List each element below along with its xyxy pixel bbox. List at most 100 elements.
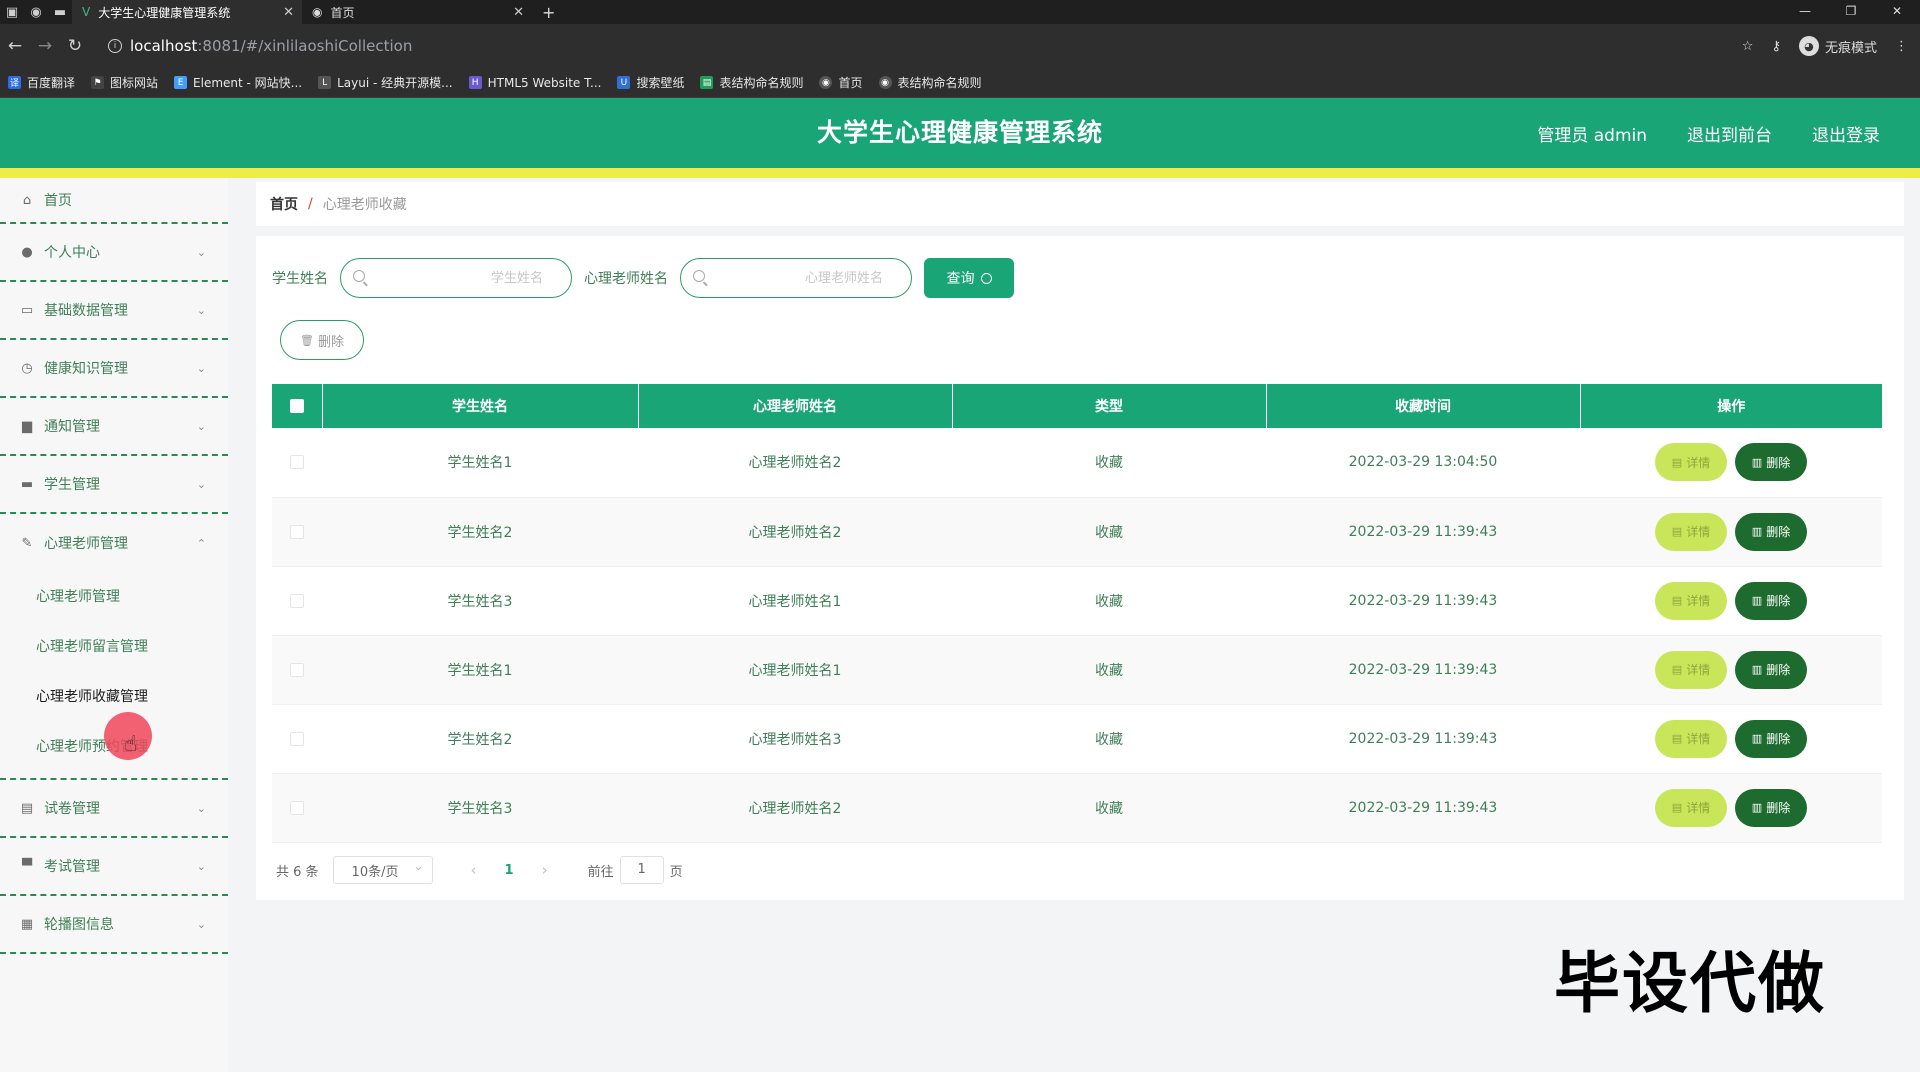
page-size-select[interactable]: 10条/页 (332, 856, 433, 884)
trash-icon: 🗑︎ (300, 333, 314, 347)
row-checkbox[interactable] (290, 731, 304, 746)
sidebar-item-label: 首页 (44, 193, 72, 209)
chevron-up-icon: ⌃ (196, 536, 206, 550)
sidebar-item-notice[interactable]: ▆ 通知管理 ⌄ (0, 398, 228, 456)
row-checkbox[interactable] (290, 593, 304, 608)
exit-to-front-link[interactable]: 退出到前台 (1687, 121, 1772, 146)
sidebar-item-students[interactable]: ▬ 学生管理 ⌄ (0, 456, 228, 514)
forward-icon[interactable]: → (30, 36, 60, 56)
trash-icon: ▥ (1751, 525, 1763, 538)
row-checkbox[interactable] (290, 800, 304, 815)
bookmark-item[interactable]: 译百度翻译 (8, 74, 75, 91)
browser-menu-icon[interactable]: ⋮ (1895, 39, 1908, 54)
url-path: :8081/#/xinlilaoshiCollection (197, 37, 413, 55)
student-name-input[interactable] (341, 259, 571, 297)
select-all-checkbox[interactable] (289, 399, 304, 413)
sidebar-item-basic-data[interactable]: ▭ 基础数据管理 ⌄ (0, 282, 228, 340)
bookmark-item[interactable]: U 搜索壁纸 (617, 74, 684, 91)
delete-button[interactable]: ▥ 删除 (1735, 443, 1807, 482)
tab-actions-icon[interactable]: ▣ (0, 0, 24, 24)
bookmark-item[interactable]: H HTML5 Website T... (468, 76, 601, 90)
student-name-cell: 学生姓名1 (322, 428, 638, 498)
delete-button[interactable]: ▥ 删除 (1735, 650, 1807, 689)
breadcrumb-home[interactable]: 首页 (270, 194, 298, 214)
sidebar-item-profile[interactable]: ● 个人中心 ⌄ (0, 224, 228, 282)
detail-button[interactable]: ▤ 详情 (1655, 512, 1727, 551)
submenu-teacher-manage[interactable]: 心理老师管理 (0, 572, 228, 622)
bookmark-item[interactable]: ◉ 首页 (819, 74, 863, 91)
page-icon[interactable]: ▬ (48, 0, 72, 24)
column-header[interactable]: 收藏时间 (1266, 384, 1581, 428)
trash-icon: ▥ (1751, 732, 1763, 745)
bookmark-item[interactable]: L Layui - 经典开源模... (318, 74, 453, 91)
delete-button[interactable]: ▥ 删除 (1735, 512, 1807, 551)
type-cell: 收藏 (952, 566, 1266, 636)
teacher-name-input[interactable] (681, 259, 911, 297)
row-checkbox[interactable] (290, 524, 304, 539)
sidebar-item-health-knowledge[interactable]: ◷ 健康知识管理 ⌄ (0, 340, 228, 398)
type-cell: 收藏 (952, 773, 1266, 843)
document-icon: ▤ (1671, 801, 1683, 814)
browser-tab-home[interactable]: ◉ 首页 ✕ (302, 0, 532, 24)
submenu-teacher-collection[interactable]: 心理老师收藏管理 (0, 672, 228, 722)
sidebar-item-label: 健康知识管理 (44, 361, 128, 377)
sidebar-item-home[interactable]: ⌂ 首页 (0, 178, 228, 224)
column-header[interactable]: 学生姓名 (322, 384, 639, 428)
sidebar-item-exams[interactable]: ▀ 考试管理 ⌄ (0, 838, 228, 896)
bookmark-item[interactable]: ▤ 表结构命名规则 (700, 74, 803, 91)
breadcrumb: 首页 / 心理老师收藏 (256, 182, 1904, 226)
url-field[interactable]: i localhost:8081/#/xinlilaoshiCollection (100, 31, 1720, 61)
detail-button[interactable]: ▤ 详情 (1655, 788, 1727, 827)
new-tab-icon[interactable]: + (532, 3, 565, 22)
row-checkbox[interactable] (290, 662, 304, 677)
site-info-icon[interactable]: i (108, 39, 122, 53)
bookmark-star-icon[interactable]: ☆ (1742, 39, 1754, 54)
submenu-teacher-message[interactable]: 心理老师留言管理 (0, 622, 228, 672)
card-icon: ▬ (20, 476, 34, 492)
bookmark-item[interactable]: E Element - 网站快... (174, 74, 302, 91)
detail-button[interactable]: ▤ 详情 (1655, 581, 1727, 620)
table-row: 学生姓名2 心理老师姓名3 收藏 2022-03-29 11:39:43 ▤ 详情… (272, 704, 1882, 774)
sidebar-item-papers[interactable]: ▤ 试卷管理 ⌄ (0, 780, 228, 838)
delete-button[interactable]: ▥ 删除 (1735, 719, 1807, 758)
minimize-icon[interactable]: — (1782, 0, 1828, 24)
column-header[interactable]: 类型 (952, 384, 1267, 428)
bookmark-item[interactable]: ⚑ 图标网站 (91, 74, 158, 91)
prev-page-icon[interactable]: ‹ (471, 861, 477, 879)
breadcrumb-separator: / (308, 196, 313, 212)
table-row: 学生姓名1 心理老师姓名2 收藏 2022-03-29 13:04:50 ▤ 详情… (272, 428, 1882, 498)
logout-link[interactable]: 退出登录 (1812, 121, 1880, 146)
teacher-name-cell: 心理老师姓名3 (638, 704, 952, 774)
goto-label: 前往 (587, 864, 614, 880)
row-checkbox[interactable] (290, 455, 304, 470)
delete-button[interactable]: ▥ 删除 (1735, 788, 1807, 827)
incognito-indicator[interactable]: ◕ 无痕模式 (1798, 36, 1877, 56)
sidebar-item-teachers[interactable]: ✎ 心理老师管理 ⌃ (0, 514, 228, 572)
close-tab-icon[interactable]: ✕ (513, 5, 524, 20)
tab-title: 首页 (330, 5, 355, 20)
restore-icon[interactable]: ❐ (1828, 0, 1874, 24)
delete-button[interactable]: ▥ 删除 (1735, 581, 1807, 620)
reload-icon[interactable]: ↻ (60, 36, 90, 56)
bookmark-item[interactable]: ◉ 表结构命名规则 (878, 74, 982, 91)
globe-icon[interactable]: ◉ (24, 0, 48, 24)
sidebar-item-carousel[interactable]: ▦ 轮播图信息 ⌄ (0, 896, 228, 954)
close-window-icon[interactable]: ✕ (1874, 0, 1920, 24)
next-page-icon[interactable]: › (542, 861, 548, 879)
close-tab-icon[interactable]: ✕ (283, 5, 294, 20)
column-header[interactable]: 心理老师姓名 (638, 384, 953, 428)
browser-tab-active[interactable]: V 大学生心理健康管理系统 ✕ (72, 0, 302, 24)
detail-button[interactable]: ▤ 详情 (1655, 719, 1727, 758)
header-actions: 管理员 admin 退出到前台 退出登录 (1537, 98, 1880, 168)
key-icon[interactable]: ⚷ (1771, 39, 1781, 54)
query-button[interactable]: 查询 (924, 258, 1014, 298)
admin-user-label[interactable]: 管理员 admin (1537, 121, 1647, 146)
detail-button[interactable]: ▤ 详情 (1655, 650, 1727, 689)
detail-button[interactable]: ▤ 详情 (1655, 443, 1727, 482)
sidebar-item-label: 试卷管理 (44, 801, 100, 817)
goto-page-input[interactable]: 1 (619, 856, 664, 884)
current-page[interactable]: 1 (505, 863, 514, 878)
watermark-text: 毕设代做 (1554, 945, 1826, 1022)
batch-delete-button[interactable]: 🗑︎ 删除 (280, 320, 364, 360)
back-icon[interactable]: ← (0, 36, 30, 56)
